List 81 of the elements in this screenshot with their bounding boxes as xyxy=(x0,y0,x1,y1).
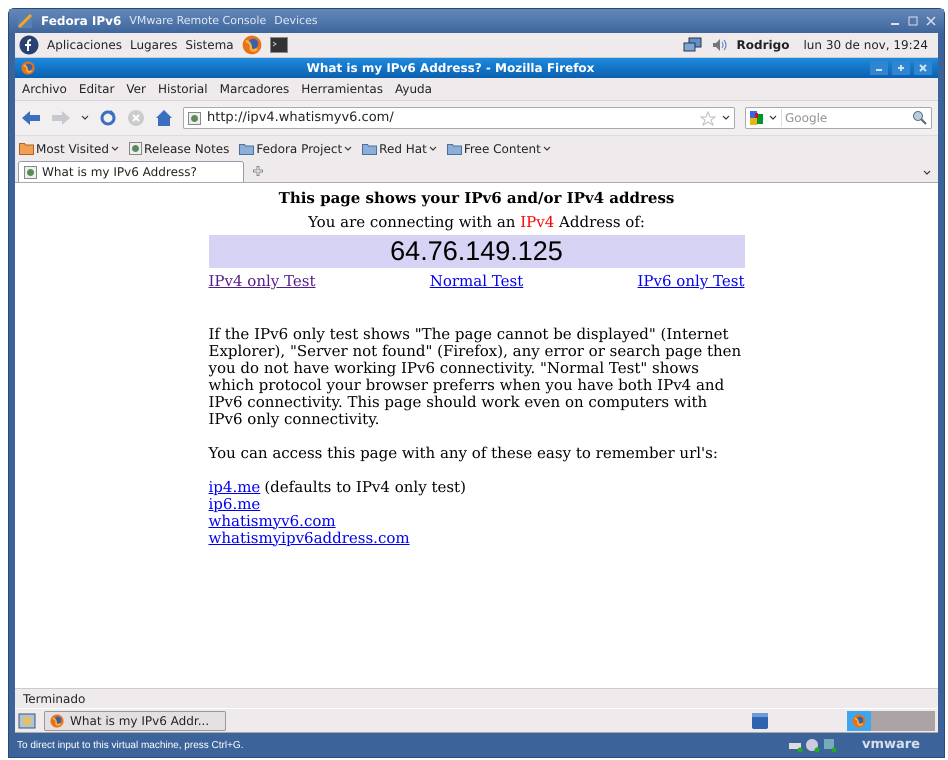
test-link[interactable]: IPv6 only Test xyxy=(638,270,744,292)
caret-icon xyxy=(81,115,89,121)
menu-item[interactable]: Ver xyxy=(120,80,152,98)
status-text: Terminado xyxy=(23,690,86,708)
search-icon[interactable] xyxy=(912,110,928,126)
reload-icon[interactable] xyxy=(99,109,117,127)
panel-menu[interactable]: Sistema xyxy=(185,36,234,54)
firefox-icon xyxy=(852,714,866,728)
url-link[interactable]: whatismyipv6address.com xyxy=(208,530,410,546)
caret-icon xyxy=(111,146,120,152)
google-logo-icon[interactable] xyxy=(749,110,765,126)
site-icon xyxy=(188,112,201,124)
close-icon[interactable] xyxy=(926,16,936,26)
caret-icon xyxy=(428,146,437,152)
devices-menu[interactable]: Devices xyxy=(274,12,318,30)
search-field[interactable]: Google xyxy=(781,109,908,127)
back-arrow-icon[interactable] xyxy=(21,110,41,126)
folder-icon xyxy=(239,142,254,154)
caret-icon xyxy=(769,115,777,121)
url-link[interactable]: whatismyv6.com xyxy=(208,512,336,530)
fedora-logo-icon[interactable] xyxy=(19,35,39,55)
minimize-icon[interactable] xyxy=(870,61,888,75)
window-title: What is my IPv6 Address? - Mozilla Firefox xyxy=(306,60,596,77)
menu-item[interactable]: Historial xyxy=(152,80,214,98)
clock[interactable]: lun 30 de nov, 19:24 xyxy=(803,36,928,54)
ip-address-display: 64.76.149.125 xyxy=(208,235,744,268)
page-icon xyxy=(24,166,37,178)
url-note: (defaults to IPv4 only test) xyxy=(264,478,466,496)
volume-icon[interactable] xyxy=(710,37,729,53)
show-desktop-icon[interactable] xyxy=(18,712,36,730)
bookmark-item[interactable]: Free Content xyxy=(446,140,551,158)
menu-item[interactable]: Herramientas xyxy=(295,80,389,98)
connection-text: You are connecting with an IPv4 Address of: xyxy=(307,212,646,232)
taskbar-button[interactable]: What is my IPv6 Addr... xyxy=(44,710,226,730)
new-tab-icon[interactable] xyxy=(252,165,264,177)
folder-icon xyxy=(446,142,462,154)
vm-name: Fedora IPv6 xyxy=(41,13,122,30)
paragraph: You can access this page with any of these easy to remember url's: xyxy=(208,444,719,462)
menu-item[interactable]: Ayuda xyxy=(388,80,438,98)
maximize-icon[interactable] xyxy=(892,61,910,75)
input-hint: To direct input to this virtual machine, press Ctrl+G. xyxy=(17,738,244,752)
menu-item[interactable]: Archivo xyxy=(16,80,73,98)
network-icon[interactable] xyxy=(682,37,703,53)
user-name[interactable]: Rodrigo xyxy=(736,36,790,54)
terminal-icon[interactable] xyxy=(270,37,288,53)
maximize-icon[interactable] xyxy=(908,16,918,26)
bookmark-item[interactable]: Release Notes xyxy=(129,140,230,158)
address-field[interactable]: http://ipv4.whatismyv6.com/ xyxy=(183,107,735,129)
paragraph: If the IPv6 only test shows "The page cannot be displayed" (Internet Explorer), "Server not found" (Firefox), any error or search page then you do not have working IPv6 connectivity. "Normal Test" shows which protocol your browser preferrs when you have both IPv4 and IPv6 connectivity. This page should work even on computers with IPv6 only connectivity. xyxy=(208,326,742,428)
caret-icon xyxy=(923,170,931,176)
caret-icon xyxy=(344,146,352,152)
device-status-icons[interactable] xyxy=(788,737,838,753)
search-box[interactable]: Google xyxy=(745,107,932,129)
caret-icon xyxy=(542,146,551,152)
bookmark-item[interactable]: Most Visited xyxy=(19,140,120,158)
star-icon[interactable] xyxy=(700,110,716,126)
workspace-switcher-item[interactable] xyxy=(847,710,871,730)
folder-icon xyxy=(362,142,378,154)
menu-item[interactable]: Editar xyxy=(72,80,120,98)
browser-tab[interactable]: What is my IPv6 Address? xyxy=(18,161,244,182)
panel-menu[interactable]: Lugares xyxy=(130,36,178,54)
page-icon xyxy=(129,142,142,155)
bookmark-item[interactable]: Fedora Project xyxy=(239,140,352,158)
firefox-icon xyxy=(50,714,64,728)
test-link[interactable]: IPv4 only Test xyxy=(208,270,316,292)
smart-folder-icon xyxy=(19,142,34,155)
firefox-icon xyxy=(242,35,262,55)
page-heading: This page shows your IPv6 and/or IPv4 address xyxy=(278,188,676,209)
home-icon[interactable] xyxy=(155,109,173,127)
vmware-logo: vmware xyxy=(862,736,920,754)
close-icon[interactable] xyxy=(914,61,932,75)
bookmark-item[interactable]: Red Hat xyxy=(362,140,437,158)
url-link[interactable]: ip6.me xyxy=(208,496,260,512)
url-link[interactable]: ip4.me xyxy=(208,478,260,496)
menu-item[interactable]: Marcadores xyxy=(214,80,296,98)
trash-icon[interactable] xyxy=(751,712,769,730)
firefox-icon xyxy=(21,61,35,75)
panel-menu[interactable]: Aplicaciones xyxy=(47,36,122,54)
app-name: VMware Remote Console xyxy=(129,12,266,29)
caret-icon xyxy=(722,115,730,121)
test-link[interactable]: Normal Test xyxy=(430,270,524,292)
